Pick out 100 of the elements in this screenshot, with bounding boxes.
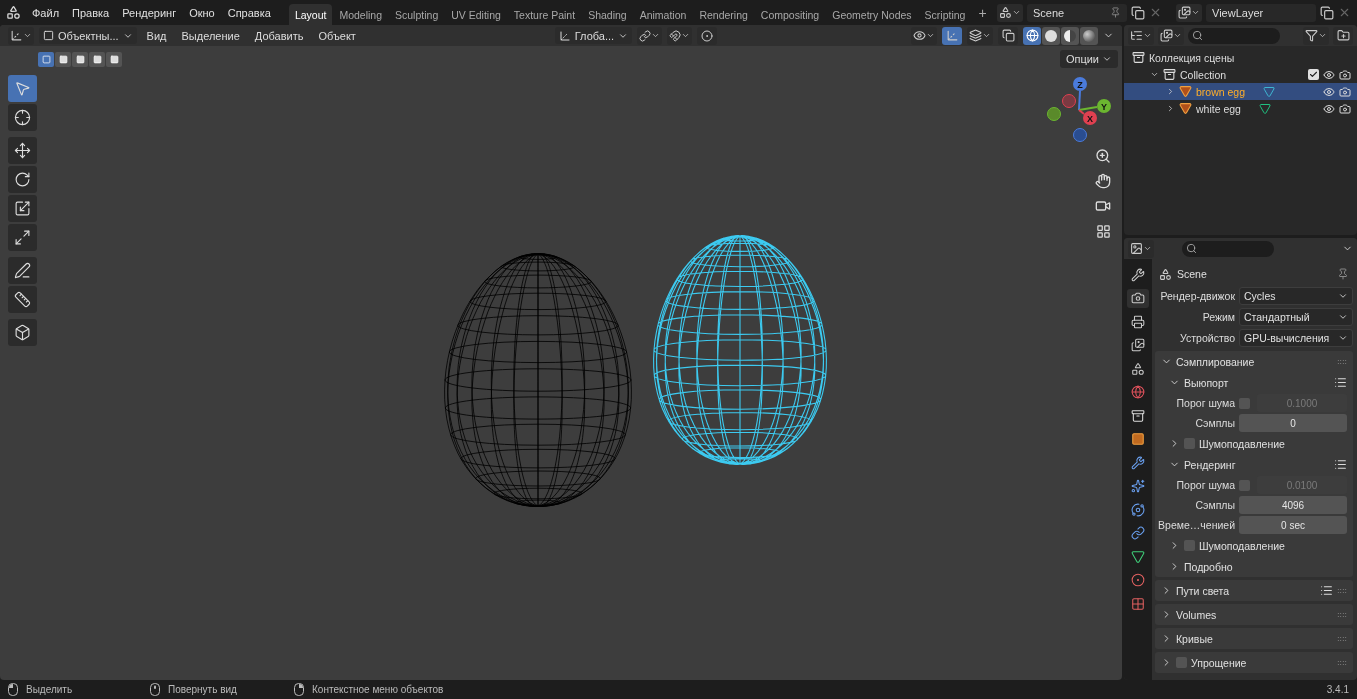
axis-handle[interactable]: Z: [1073, 77, 1087, 91]
checkbox[interactable]: [1184, 540, 1195, 551]
dropdown[interactable]: Стандартный: [1239, 308, 1353, 326]
visibility-button[interactable]: [911, 26, 937, 45]
camera-icon[interactable]: [1339, 102, 1351, 115]
subpanel-title[interactable]: Рендеринг: [1184, 458, 1236, 471]
eye-icon[interactable]: [1323, 68, 1335, 81]
number-field[interactable]: 4096: [1239, 496, 1347, 514]
tool-button[interactable]: [8, 104, 37, 131]
menu-item[interactable]: Добавить: [249, 29, 309, 42]
axis-handle[interactable]: Y: [1097, 99, 1111, 113]
tool-button[interactable]: [8, 286, 37, 313]
camera-icon[interactable]: [1339, 68, 1351, 81]
workspace-tab[interactable]: Compositing: [754, 3, 826, 26]
outliner-row[interactable]: brown egg: [1124, 83, 1357, 100]
xray-button[interactable]: [998, 26, 1018, 45]
pivot-button[interactable]: [637, 26, 663, 45]
outliner-row[interactable]: Collection: [1124, 66, 1357, 83]
menu-item[interactable]: Выделение: [176, 29, 245, 42]
tool-button[interactable]: [8, 224, 37, 251]
search-field[interactable]: [1188, 27, 1280, 44]
tool-button[interactable]: [8, 137, 37, 164]
mode-dropdown[interactable]: Объектны...: [39, 27, 137, 44]
menu-item[interactable]: Справка: [221, 3, 277, 22]
close-icon[interactable]: [1338, 6, 1351, 19]
close-icon[interactable]: [1149, 6, 1162, 19]
subpanel-title[interactable]: Выюпорт: [1184, 376, 1229, 389]
eye-icon[interactable]: [1323, 85, 1335, 98]
select-mode-button[interactable]: [72, 51, 88, 67]
panel-title[interactable]: Упрощение: [1191, 656, 1247, 669]
shading-button[interactable]: [1042, 26, 1060, 45]
overlay-button[interactable]: [967, 26, 993, 45]
menu-item[interactable]: Файл: [26, 3, 66, 22]
tool-button[interactable]: [8, 257, 37, 284]
scene-type-button[interactable]: [997, 3, 1023, 22]
filter-button[interactable]: [1303, 26, 1329, 45]
shading-button[interactable]: [1080, 26, 1098, 45]
select-mode-button[interactable]: [38, 51, 54, 67]
subpanel-title[interactable]: Подробно: [1184, 560, 1233, 573]
dropdown[interactable]: GPU-вычисления: [1239, 329, 1353, 347]
panel-title[interactable]: Volumes: [1176, 608, 1217, 621]
workspace-tab[interactable]: Animation: [633, 3, 693, 26]
workspace-tab[interactable]: Scripting: [918, 3, 972, 26]
checkbox[interactable]: [1239, 397, 1250, 409]
workspace-tab[interactable]: Geometry Nodes: [826, 3, 918, 26]
editor-type-button[interactable]: [8, 26, 34, 45]
workspace-tab[interactable]: Modeling: [333, 3, 389, 26]
workspace-tab[interactable]: Layout: [288, 3, 333, 26]
tool-button[interactable]: [8, 319, 37, 346]
dropdown[interactable]: Cycles: [1239, 287, 1353, 305]
subpanel-title[interactable]: Шумоподавление: [1199, 539, 1285, 552]
axis-handle[interactable]: X: [1083, 111, 1097, 125]
shading-button[interactable]: [1061, 26, 1079, 45]
editor-type-button[interactable]: [1128, 239, 1154, 258]
tool-button[interactable]: [8, 195, 37, 222]
axis-handle[interactable]: [1047, 107, 1061, 121]
panel-title[interactable]: Кривые: [1176, 632, 1213, 645]
number-field[interactable]: 0 sec: [1239, 516, 1347, 534]
properties-tab[interactable]: [1127, 288, 1149, 308]
panel-title[interactable]: Сэмплирование: [1176, 355, 1255, 368]
view-layer-field[interactable]: ViewLayer: [1206, 3, 1316, 22]
add-workspace-button[interactable]: +: [972, 1, 993, 24]
select-mode-button[interactable]: [55, 51, 71, 67]
checkbox[interactable]: [1239, 479, 1250, 491]
copy-icon[interactable]: [1131, 5, 1145, 20]
pin-icon[interactable]: [1337, 268, 1349, 280]
menu-item[interactable]: Правка: [66, 3, 116, 22]
app-logo-icon[interactable]: [6, 5, 21, 20]
menu-item[interactable]: Вид: [141, 29, 172, 42]
workspace-tab[interactable]: UV Editing: [445, 3, 507, 26]
subpanel-title[interactable]: Шумоподавление: [1199, 437, 1285, 450]
checkbox[interactable]: [1308, 69, 1319, 80]
shading-button[interactable]: [1023, 26, 1041, 45]
presets-icon[interactable]: [1334, 376, 1347, 389]
pin-icon[interactable]: [1110, 7, 1121, 18]
workspace-tab[interactable]: Shading: [582, 3, 633, 26]
pan-button[interactable]: [1093, 171, 1113, 191]
eye-icon[interactable]: [1323, 102, 1335, 115]
copy-icon[interactable]: [1320, 5, 1334, 20]
proportional-button[interactable]: [697, 26, 718, 45]
search-field[interactable]: [1182, 240, 1274, 257]
orientation-dropdown[interactable]: Глоба...: [554, 27, 633, 44]
menu-item[interactable]: Окно: [183, 3, 221, 22]
presets-icon[interactable]: [1320, 584, 1333, 597]
presets-icon[interactable]: [1334, 458, 1347, 471]
select-mode-button[interactable]: [106, 51, 122, 67]
scene-field[interactable]: Scene: [1027, 3, 1127, 22]
workspace-tab[interactable]: Sculpting: [389, 3, 445, 26]
camera-icon[interactable]: [1339, 85, 1351, 98]
number-field[interactable]: 0: [1239, 414, 1347, 432]
select-mode-button[interactable]: [89, 51, 105, 67]
snap-button[interactable]: [667, 26, 693, 45]
panel-title[interactable]: Пути света: [1176, 584, 1230, 597]
options-dropdown[interactable]: Опции: [1059, 50, 1118, 68]
gizmo-toggle[interactable]: [942, 26, 962, 45]
menu-item[interactable]: Рендеринг: [116, 3, 183, 22]
checkbox[interactable]: [1176, 657, 1187, 668]
workspace-tab[interactable]: Texture Paint: [507, 3, 582, 26]
view-layer-type-button[interactable]: [1176, 3, 1202, 22]
tool-button[interactable]: [8, 166, 37, 193]
